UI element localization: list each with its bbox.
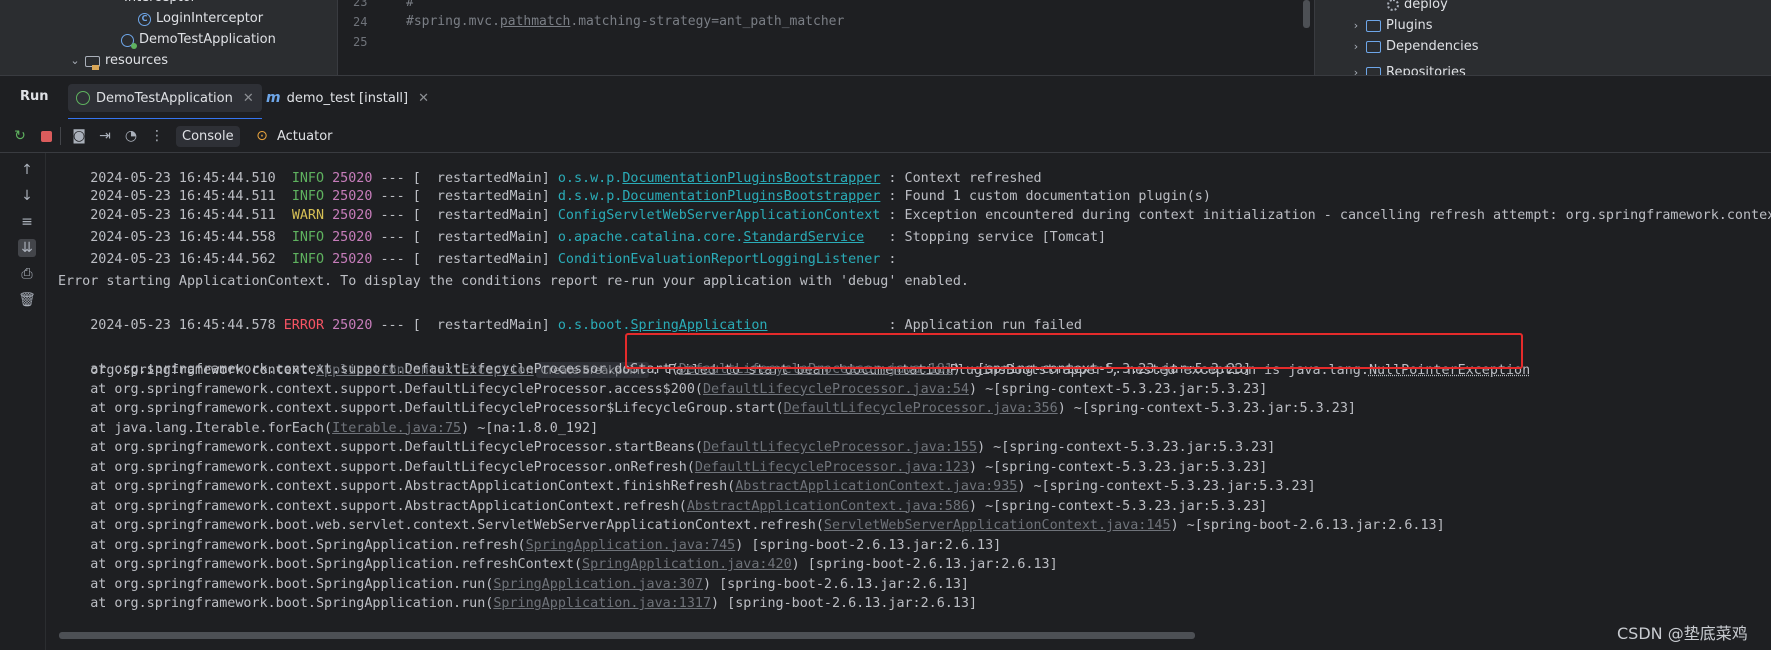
exit-icon[interactable]: ⇥	[96, 127, 114, 145]
close-icon[interactable]: ✕	[243, 91, 254, 106]
tab-label: DemoTestApplication	[96, 90, 233, 106]
resources-folder-icon	[85, 55, 100, 70]
maven-item-label: Dependencies	[1386, 39, 1479, 54]
maven-item-label: Plugins	[1386, 18, 1433, 33]
print-icon[interactable]: ⎙	[18, 265, 36, 283]
arrow-down-icon[interactable]: ↓	[18, 187, 36, 205]
line-number: 25	[353, 35, 368, 49]
folder-icon	[1366, 20, 1381, 32]
console-side-toolbar: ↑ ↓ ≡ ⇊ ⎙ 🗑	[0, 153, 46, 650]
source-link[interactable]: Iterable.java:75	[332, 421, 461, 436]
code-editor[interactable]: 23 # 24 #spring.mvc.pathmatch.matching-s…	[339, 0, 1304, 75]
maven-item-plugins[interactable]: › Plugins	[1351, 15, 1433, 37]
log-line: 2024-05-23 16:45:44.562 INFO 25020 --- […	[90, 252, 897, 267]
maven-item-dependencies[interactable]: › Dependencies	[1351, 36, 1479, 58]
folder-icon	[1366, 41, 1381, 53]
source-link[interactable]: DefaultLifecycleProcessor.java:356	[784, 401, 1058, 416]
maven-item-deploy[interactable]: deploy	[1387, 0, 1448, 16]
tree-item-label: DemoTestApplication	[139, 32, 276, 47]
maven-item-repositories[interactable]: › Repositories	[1351, 62, 1466, 75]
maven-item-label: Repositories	[1386, 65, 1466, 75]
camera-icon[interactable]: ◙	[70, 127, 88, 145]
tree-item-label: resources	[105, 53, 169, 68]
tree-item-resources[interactable]: ⌄ resources	[70, 50, 168, 72]
code-line: #spring.mvc.pathmatch.matching-strategy=…	[406, 14, 845, 29]
log-line: 2024-05-23 16:45:44.511 WARN 25020 --- […	[90, 208, 1771, 223]
source-link[interactable]: SpringApplication.java:307	[493, 577, 703, 592]
dashboard-icon[interactable]: ◔	[122, 127, 140, 145]
source-link[interactable]: SpringApplication.java:1317	[493, 596, 711, 611]
gear-icon	[1387, 0, 1399, 11]
line-number: 23	[353, 0, 368, 9]
editor-scrollbar[interactable]	[1303, 0, 1310, 28]
project-tree: Interceptor C LoginInterceptor DemoTestA…	[8, 0, 338, 75]
source-link[interactable]: AbstractApplicationContext.java:586	[687, 499, 969, 514]
scroll-to-end-icon[interactable]: ⇊	[18, 239, 36, 257]
folder-icon	[1366, 67, 1381, 75]
arrow-up-icon[interactable]: ↑	[18, 161, 36, 179]
top-area: Interceptor C LoginInterceptor DemoTestA…	[0, 0, 1771, 75]
more-options-icon[interactable]: ⋮	[148, 127, 166, 145]
tree-item-logininterceptor[interactable]: C LoginInterceptor	[138, 8, 263, 30]
trash-icon[interactable]: 🗑	[18, 291, 36, 309]
source-link[interactable]: SpringApplication.java:745	[526, 538, 736, 553]
log-line: 2024-05-23 16:45:44.558 INFO 25020 --- […	[90, 230, 1107, 245]
chevron-right-icon[interactable]: ›	[1351, 15, 1361, 37]
annotation-highlight-box	[625, 333, 1523, 369]
chevron-right-icon[interactable]: ›	[1351, 62, 1361, 75]
actuator-icon: ⊙	[256, 128, 268, 144]
line-number: 24	[353, 15, 368, 29]
source-link[interactable]: DefaultLifecycleProcessor.java:123	[695, 460, 969, 475]
source-link[interactable]: SpringApplication.java:420	[582, 557, 792, 572]
tab-console[interactable]: Console	[176, 126, 240, 147]
maven-item-label: deploy	[1404, 0, 1448, 12]
stack-frame: at org.springframework.boot.SpringApplic…	[58, 596, 978, 611]
code-line: #	[406, 0, 414, 10]
run-toolbar: ↻ ◙ ⇥ ◔ ⋮ Console ⊙ Actuator	[0, 119, 1771, 153]
error-log-line: 2024-05-23 16:45:44.578 ERROR 25020 --- …	[90, 318, 1082, 333]
source-link[interactable]: DefaultLifecycleProcessor.java:155	[703, 440, 977, 455]
tree-item-demotestapplication[interactable]: DemoTestApplication	[121, 29, 276, 51]
tree-item-label: LoginInterceptor	[156, 11, 264, 26]
watermark: CSDN @垫底菜鸡	[1617, 624, 1748, 643]
tab-demotestapplication[interactable]: DemoTestApplication ✕	[68, 84, 262, 120]
maven-icon: m	[266, 90, 281, 106]
chevron-down-icon[interactable]: ⌄	[70, 50, 80, 72]
close-icon[interactable]: ✕	[418, 91, 429, 106]
rerun-icon[interactable]: ↻	[11, 127, 29, 145]
source-link[interactable]: DefaultLifecycleProcessor.java:54	[703, 382, 969, 397]
stop-icon[interactable]	[41, 131, 52, 142]
toolbar-divider	[60, 127, 61, 145]
console-output[interactable]: 2024-05-23 16:45:44.510 INFO 25020 --- […	[47, 153, 1771, 650]
source-link[interactable]: AbstractApplicationContext.java:935	[735, 479, 1017, 494]
tab-label: demo_test [install]	[286, 90, 409, 106]
error-starting-message: Error starting ApplicationContext. To di…	[58, 274, 969, 289]
maven-panel: deploy › Plugins › Dependencies › Reposi…	[1314, 0, 1771, 75]
console-horizontal-scrollbar[interactable]	[59, 632, 1195, 639]
run-tool-window-header: Run DemoTestApplication ✕ m demo_test [i…	[0, 75, 1771, 120]
tab-demo-test-install[interactable]: m demo_test [install] ✕	[258, 84, 437, 112]
left-tool-strip	[0, 0, 8, 75]
class-icon: C	[138, 12, 151, 26]
tab-actuator[interactable]: Actuator	[271, 126, 339, 147]
run-title: Run	[20, 89, 49, 104]
chevron-right-icon[interactable]: ›	[1351, 36, 1361, 58]
soft-wrap-icon[interactable]: ≡	[18, 213, 36, 231]
spring-class-icon	[121, 33, 137, 49]
source-link[interactable]: ServletWebServerApplicationContext.java:…	[824, 518, 1171, 533]
spring-run-icon	[76, 91, 90, 105]
